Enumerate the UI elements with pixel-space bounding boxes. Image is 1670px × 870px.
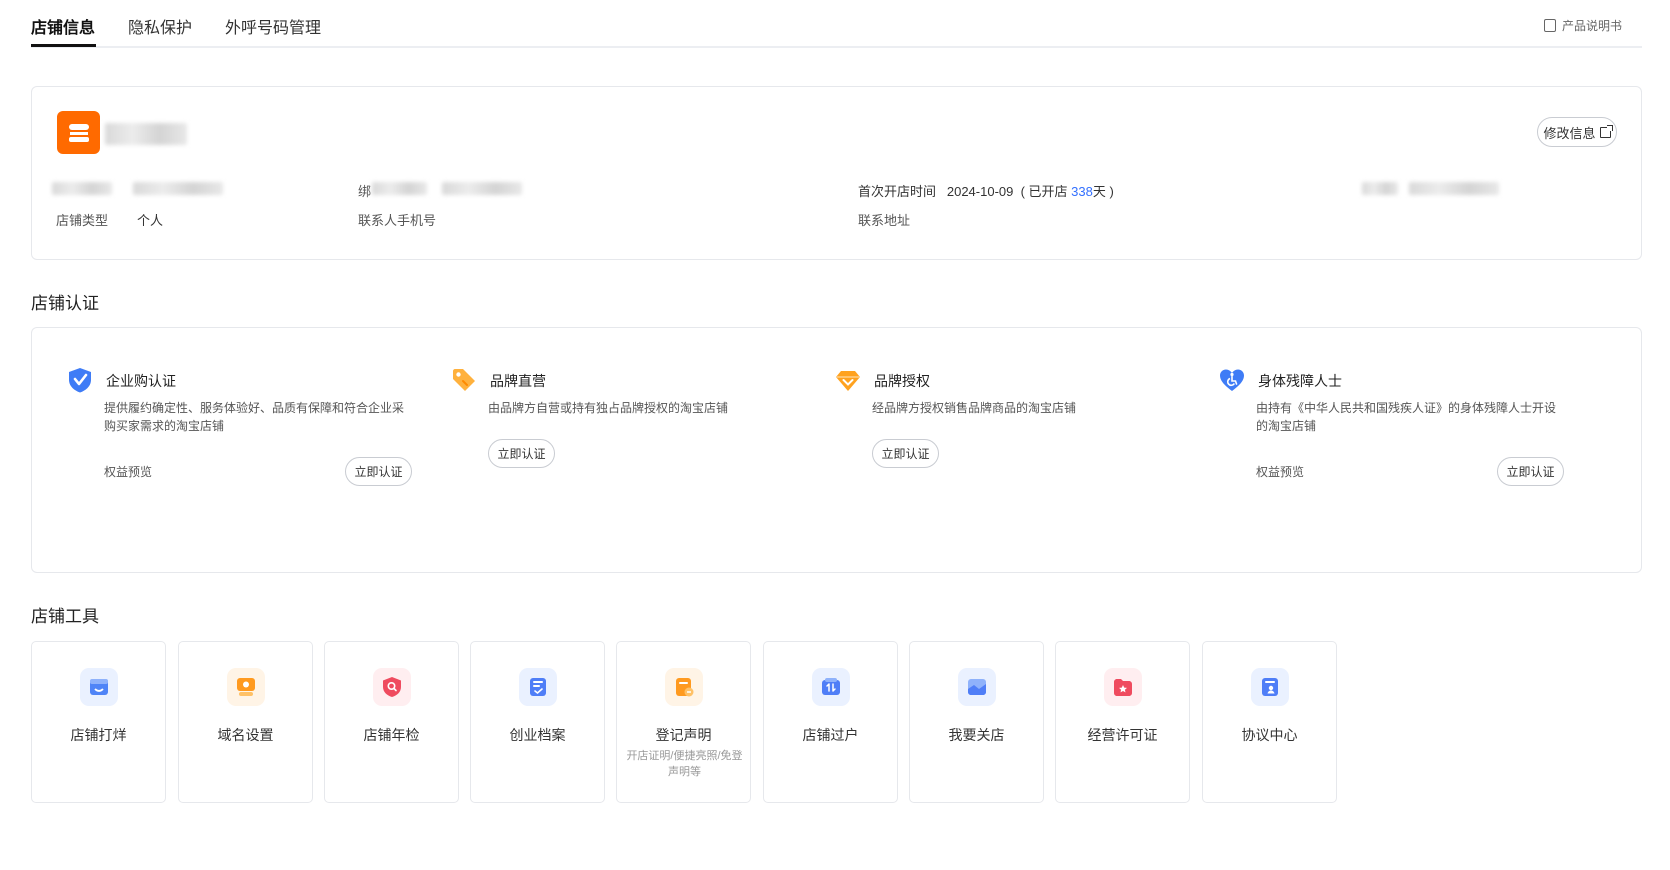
- first-open-date: 2024-10-09: [946, 184, 1014, 199]
- contact-phone-label: 联系人手机号: [358, 213, 437, 228]
- accessibility-heart-icon: [1220, 369, 1244, 391]
- domain-icon: [227, 668, 265, 706]
- cert-desc: 由持有《中华人民共和国残疾人证》的身体残障人士开设的淘宝店铺: [1256, 401, 1557, 433]
- tool-label: 协议中心: [1241, 727, 1298, 743]
- tool-startup-archive[interactable]: 创业档案: [470, 641, 605, 803]
- cert-desc: 由品牌方自营或持有独占品牌授权的淘宝店铺: [488, 401, 729, 415]
- shield-check-icon: [69, 368, 91, 393]
- store-name-redacted: [105, 123, 187, 145]
- active-tab-indicator: [31, 44, 96, 47]
- tab-bar: 店铺信息 隐私保护 外呼号码管理 产品说明书: [31, 0, 1642, 48]
- cert-title: 身体残障人士: [1258, 373, 1342, 389]
- diamond-icon: [836, 371, 860, 391]
- tab-outbound-numbers[interactable]: 外呼号码管理: [225, 14, 321, 38]
- tab-privacy[interactable]: 隐私保护: [128, 14, 192, 38]
- transfer-icon: [812, 668, 850, 706]
- redacted-value-3: [1409, 182, 1499, 195]
- tool-label: 店铺过户: [802, 727, 859, 743]
- store-close-icon: [80, 668, 118, 706]
- edit-info-button[interactable]: 修改信息: [1537, 117, 1617, 147]
- tool-close-store[interactable]: 我要关店: [909, 641, 1044, 803]
- tool-business-license[interactable]: 经营许可证: [1055, 641, 1190, 803]
- redacted-label-2: [372, 182, 427, 195]
- external-link-icon: [1599, 124, 1613, 138]
- agreement-icon: [1251, 668, 1289, 706]
- manual-link[interactable]: 产品说明书: [1543, 17, 1622, 34]
- store-type-label: 店铺类型: [56, 213, 109, 228]
- benefits-preview-link[interactable]: 权益预览: [1256, 463, 1304, 480]
- store-icon: [68, 123, 89, 142]
- certify-button[interactable]: 立即认证: [488, 439, 555, 468]
- certify-button[interactable]: 立即认证: [345, 457, 412, 486]
- cert-title: 企业购认证: [106, 373, 176, 389]
- first-open-label: 首次开店时间: [858, 184, 937, 199]
- tab-store-info[interactable]: 店铺信息: [31, 14, 95, 38]
- manual-label: 产品说明书: [1561, 19, 1622, 33]
- shield-search-icon: [373, 668, 411, 706]
- tool-domain-settings[interactable]: 域名设置: [178, 641, 313, 803]
- redacted-value-2: [442, 182, 522, 195]
- store-logo: [57, 111, 100, 154]
- first-open-info: 首次开店时间 2024-10-09 ( 已开店 338天 ): [858, 184, 1114, 199]
- certify-button[interactable]: 立即认证: [872, 439, 939, 468]
- archive-check-icon: [519, 668, 557, 706]
- contact-label-partial: 绑: [358, 184, 372, 199]
- tools-section-title: 店铺工具: [31, 607, 99, 626]
- open-days-count: 338: [1071, 184, 1093, 199]
- tool-label: 店铺年检: [363, 727, 420, 743]
- tool-registration-statement[interactable]: 登记声明 开店证明/便捷亮照/免登声明等: [616, 641, 751, 803]
- cert-title: 品牌授权: [874, 373, 930, 389]
- tool-store-transfer[interactable]: 店铺过户: [763, 641, 898, 803]
- store-info-card: 修改信息 绑 首次开店时间 2024-10-09 ( 已开店 338天 ) 店铺…: [31, 86, 1642, 260]
- brand-tag-icon: [453, 369, 475, 391]
- cert-desc: 经品牌方授权销售品牌商品的淘宝店铺: [872, 401, 1077, 415]
- shop-exit-icon: [958, 668, 996, 706]
- store-type-value: 个人: [137, 213, 164, 228]
- license-icon: [1104, 668, 1142, 706]
- contact-address-label: 联系地址: [858, 213, 911, 228]
- redacted-label-3: [1362, 182, 1398, 195]
- tool-agreement-center[interactable]: 协议中心: [1202, 641, 1337, 803]
- tool-label: 创业档案: [509, 727, 566, 743]
- certification-card: 企业购认证 提供履约确定性、服务体验好、品质有保障和符合企业采购买家需求的淘宝店…: [31, 327, 1642, 573]
- tool-label: 登记声明: [655, 727, 712, 743]
- book-icon: [1543, 19, 1556, 32]
- tool-label: 店铺打烊: [70, 727, 127, 743]
- tool-label: 经营许可证: [1087, 727, 1158, 743]
- certify-button[interactable]: 立即认证: [1497, 457, 1564, 486]
- redacted-value-1: [133, 182, 223, 195]
- tool-label: 我要关店: [948, 727, 1005, 743]
- redacted-label-1: [52, 182, 112, 195]
- benefits-preview-link[interactable]: 权益预览: [104, 463, 152, 480]
- cert-desc: 提供履约确定性、服务体验好、品质有保障和符合企业采购买家需求的淘宝店铺: [104, 401, 405, 433]
- tool-label: 域名设置: [217, 727, 274, 743]
- tool-annual-inspection[interactable]: 店铺年检: [324, 641, 459, 803]
- register-doc-icon: [665, 668, 703, 706]
- tool-sublabel: 开店证明/便捷亮照/免登声明等: [626, 750, 743, 778]
- certification-section-title: 店铺认证: [31, 294, 99, 313]
- edit-info-label: 修改信息: [1543, 125, 1596, 141]
- tool-store-close[interactable]: 店铺打烊: [31, 641, 166, 803]
- cert-title: 品牌直营: [490, 373, 546, 389]
